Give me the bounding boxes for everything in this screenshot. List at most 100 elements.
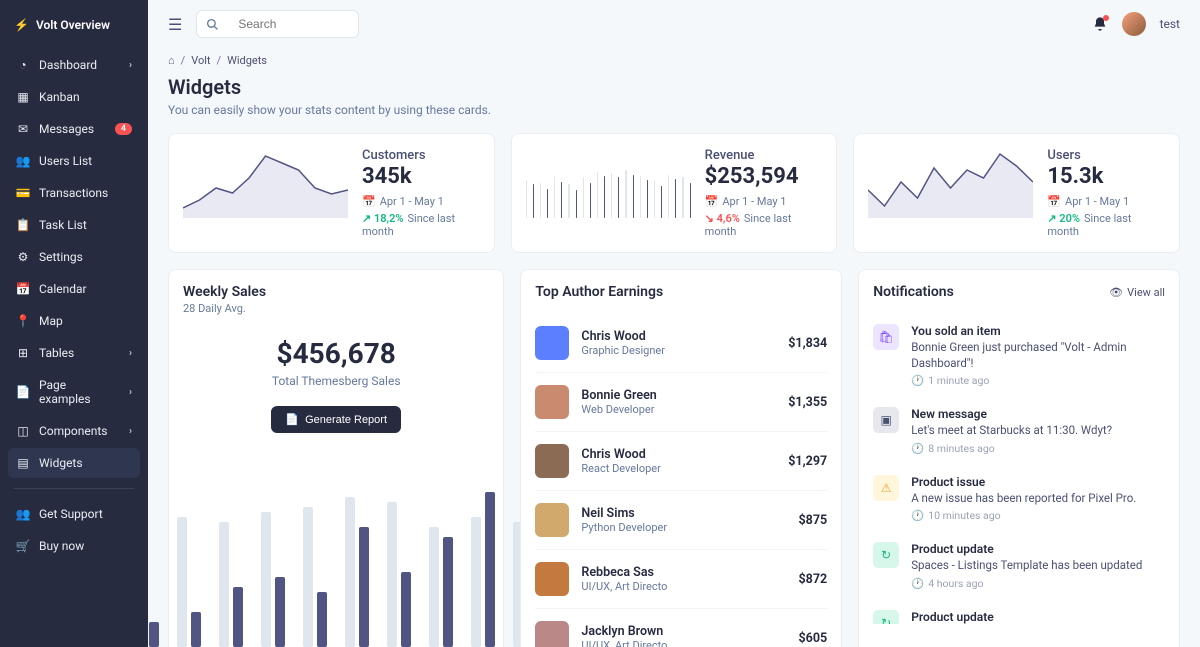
notification-row[interactable]: ↻ Product update Spaces - Listings Templ…: [873, 532, 1159, 600]
nav-label: Settings: [39, 250, 83, 264]
notification-row[interactable]: 🛍 You sold an item Bonnie Green just pur…: [873, 314, 1159, 397]
avatar[interactable]: [1122, 12, 1146, 36]
stat-card-customers: Customers 345k 📅 Apr 1 - May 1 ↗ 18,2%Si…: [168, 133, 495, 253]
author-row[interactable]: Bonnie Green Web Developer $1,355: [535, 373, 827, 432]
notification-title: Product issue: [911, 475, 1136, 489]
author-amount: $1,834: [788, 336, 827, 351]
notifications-list: 🛍 You sold an item Bonnie Green just pur…: [873, 314, 1165, 624]
sidebar-item-components[interactable]: ◫ Components ›: [8, 416, 140, 446]
nav-label: Get Support: [39, 507, 103, 521]
nav-label: Messages: [39, 122, 94, 136]
author-name: Chris Wood: [581, 447, 776, 462]
weekly-bar: [177, 517, 201, 647]
view-all-label: View all: [1127, 286, 1165, 299]
generate-report-button[interactable]: 📄 Generate Report: [271, 406, 401, 433]
sales-label: Total Themesberg Sales: [183, 374, 489, 388]
author-row[interactable]: Rebbeca Sas UI/UX, Art Directo $872: [535, 550, 827, 609]
breadcrumb-page: Widgets: [227, 54, 267, 67]
sidebar-item-dashboard[interactable]: ◔ Dashboard ›: [8, 50, 140, 80]
stat-delta: ↘ 4,6%Since last month: [705, 212, 823, 238]
nav: ◔ Dashboard ›▦ Kanban ✉ Messages 4 👥 Use…: [8, 50, 140, 478]
gear-icon: ⚙: [16, 250, 30, 264]
weekly-bar: [261, 512, 285, 647]
author-row[interactable]: Chris Wood Graphic Designer $1,834: [535, 314, 827, 373]
sidebar-item-settings[interactable]: ⚙ Settings: [8, 242, 140, 272]
notification-row[interactable]: ⚠ Product issue A new issue has been rep…: [873, 465, 1159, 533]
author-role: React Developer: [581, 462, 776, 475]
sidebar-item-buy-now[interactable]: 🛒 Buy now: [8, 531, 140, 561]
page-subtitle: You can easily show your stats content b…: [168, 103, 1180, 117]
author-name: Neil Sims: [581, 506, 786, 521]
calendar-icon: 📅: [362, 195, 376, 208]
author-row[interactable]: Chris Wood React Developer $1,297: [535, 432, 827, 491]
sidebar-item-widgets[interactable]: ▤ Widgets: [8, 448, 140, 478]
sidebar: ⚡ Volt Overview ◔ Dashboard ›▦ Kanban ✉ …: [0, 0, 148, 647]
notification-icon: ↻: [873, 542, 899, 568]
weekly-sales-card: Weekly Sales 28 Daily Avg. $456,678 Tota…: [168, 269, 504, 647]
author-role: UI/UX, Art Directo: [581, 639, 786, 647]
breadcrumb-root[interactable]: Volt: [191, 54, 210, 67]
stat-title: Customers: [362, 148, 480, 163]
table-icon: ⊞: [16, 346, 30, 360]
stat-title: Users: [1047, 148, 1165, 163]
user-name[interactable]: test: [1160, 17, 1180, 31]
clock-icon: 🕐: [911, 374, 924, 387]
nav-label: Calendar: [39, 282, 87, 296]
sales-amount: $456,678: [183, 337, 489, 370]
menu-toggle-icon[interactable]: ☰: [168, 15, 182, 34]
bolt-icon: ⚡: [14, 18, 29, 32]
view-all-link[interactable]: 👁 View all: [1109, 286, 1165, 299]
users-icon: 👥: [16, 507, 30, 521]
notification-title: Product update: [911, 610, 1126, 624]
sidebar-item-task-list[interactable]: 📋 Task List: [8, 210, 140, 240]
nav-badge: 4: [115, 123, 132, 135]
notification-title: Product update: [911, 542, 1142, 556]
sidebar-item-get-support[interactable]: 👥 Get Support: [8, 499, 140, 529]
search-input[interactable]: [228, 11, 358, 37]
notification-time: 🕐 10 minutes ago: [911, 509, 1136, 522]
notification-desc: Spaces - Listings Template has been upda…: [911, 558, 1142, 574]
author-avatar: [535, 621, 569, 647]
stat-range: 📅 Apr 1 - May 1: [362, 195, 480, 208]
authors-title: Top Author Earnings: [535, 284, 663, 300]
sidebar-item-transactions[interactable]: 💳 Transactions: [8, 178, 140, 208]
weekly-chart: [183, 457, 489, 647]
author-amount: $875: [799, 513, 828, 528]
author-row[interactable]: Neil Sims Python Developer $875: [535, 491, 827, 550]
notification-row[interactable]: ▣ New message Let's meet at Starbucks at…: [873, 397, 1159, 465]
search-icon[interactable]: [197, 12, 228, 37]
notification-desc: Bonnie Green just purchased "Volt - Admi…: [911, 340, 1159, 371]
sidebar-item-tables[interactable]: ⊞ Tables ›: [8, 338, 140, 368]
notification-icon: 🛍: [873, 324, 899, 350]
stat-value: 15.3k: [1047, 164, 1165, 189]
author-avatar: [535, 503, 569, 537]
search: [196, 10, 359, 38]
notification-desc: Let's meet at Starbucks at 11:30. Wdyt?: [911, 423, 1112, 439]
pin-icon: 📍: [16, 314, 30, 328]
nav-label: Users List: [39, 154, 92, 168]
home-icon[interactable]: ⌂: [168, 54, 175, 67]
stat-title: Revenue: [705, 148, 823, 163]
weekly-bar: [471, 492, 495, 647]
sidebar-item-map[interactable]: 📍 Map: [8, 306, 140, 336]
cal-icon: 📅: [16, 282, 30, 296]
notification-dot: [1103, 15, 1109, 21]
author-row[interactable]: Jacklyn Brown UI/UX, Art Directo $605: [535, 609, 827, 647]
clock-icon: 🕐: [911, 509, 924, 522]
notification-row[interactable]: ↻ Product update Volt - Admin Dashboard …: [873, 600, 1159, 624]
notification-title: New message: [911, 407, 1112, 421]
notification-icon: ⚠: [873, 475, 899, 501]
brand[interactable]: ⚡ Volt Overview: [8, 18, 140, 32]
sidebar-item-users-list[interactable]: 👥 Users List: [8, 146, 140, 176]
nav-label: Kanban: [39, 90, 80, 104]
sidebar-item-messages[interactable]: ✉ Messages 4: [8, 114, 140, 144]
users-icon: 👥: [16, 154, 30, 168]
sidebar-item-page-examples[interactable]: 📄 Page examples ›: [8, 370, 140, 414]
stat-range: 📅 Apr 1 - May 1: [1047, 195, 1165, 208]
notifications-icon[interactable]: [1092, 16, 1108, 32]
sidebar-item-calendar[interactable]: 📅 Calendar: [8, 274, 140, 304]
weekly-bar: [429, 527, 453, 647]
sidebar-item-kanban[interactable]: ▦ Kanban: [8, 82, 140, 112]
author-avatar: [535, 385, 569, 419]
stat-delta: ↗ 20%Since last month: [1047, 212, 1165, 238]
